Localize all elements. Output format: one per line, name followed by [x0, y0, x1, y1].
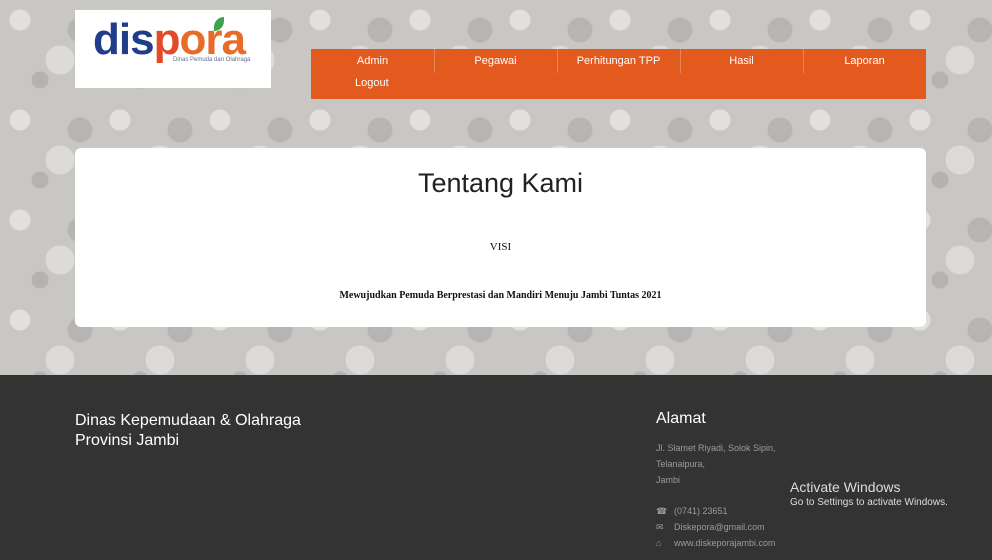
logo-subtitle: Dinas Pemuda dan Olahraga	[173, 57, 251, 63]
contact-website: ⌂ www.diskeporajambi.com	[656, 535, 776, 551]
about-card: Tentang Kami VISI Mewujudkan Pemuda Berp…	[75, 148, 926, 327]
watermark-subtitle: Go to Settings to activate Windows.	[790, 497, 948, 508]
phone-number: (0741) 23651	[674, 506, 728, 516]
page-title: Tentang Kami	[417, 168, 584, 198]
main-nav: Admin Pegawai Perhitungan TPP Hasil Lapo…	[311, 49, 926, 99]
contact-info: ☎ (0741) 23651 ✉ Diskepora@gmail.com ⌂ w…	[656, 503, 776, 551]
phone-icon: ☎	[656, 505, 668, 516]
org-line-2: Provinsi Jambi	[75, 432, 180, 449]
visi-label: VISI	[489, 241, 512, 253]
watermark-title: Activate Windows	[790, 479, 901, 495]
mail-icon: ✉	[656, 521, 664, 532]
address-line-2: Telanaipura,	[656, 459, 706, 469]
contact-email: ✉ Diskepora@gmail.com	[656, 519, 776, 535]
nav-laporan[interactable]: Laporan	[803, 49, 926, 73]
nav-logout[interactable]: Logout	[355, 77, 389, 89]
footer: Dinas Kepemudaan & Olahraga Provinsi Jam…	[0, 375, 992, 560]
address-line-3: Jambi	[656, 475, 681, 485]
nav-pegawai[interactable]: Pegawai	[434, 49, 558, 73]
address-lines: Jl. Slamet Riyadi, Solok Sipin, Telanaip…	[656, 440, 776, 488]
nav-perhitungan-tpp[interactable]: Perhitungan TPP	[557, 49, 681, 73]
nav-admin[interactable]: Admin	[311, 49, 435, 73]
windows-activation-watermark: Activate Windows Go to Settings to activ…	[790, 479, 948, 508]
org-line-1: Dinas Kepemudaan & Olahraga	[75, 412, 301, 429]
visi-text: Mewujudkan Pemuda Berprestasi dan Mandir…	[339, 290, 662, 301]
dispora-logo[interactable]: dispora Dinas Pemuda dan Olahraga	[75, 10, 271, 88]
address-title: Alamat	[656, 410, 706, 427]
address-line-1: Jl. Slamet Riyadi, Solok Sipin,	[656, 443, 776, 453]
footer-organization: Dinas Kepemudaan & Olahraga Provinsi Jam…	[75, 411, 301, 451]
website-link[interactable]: www.diskeporajambi.com	[674, 538, 776, 548]
logo-wordmark: dispora	[93, 15, 246, 64]
home-icon: ⌂	[656, 538, 662, 548]
email-text[interactable]: Diskepora@gmail.com	[674, 522, 765, 532]
contact-phone: ☎ (0741) 23651	[656, 503, 776, 519]
logo-part-dis: dis	[93, 15, 155, 64]
nav-hasil[interactable]: Hasil	[680, 49, 804, 73]
